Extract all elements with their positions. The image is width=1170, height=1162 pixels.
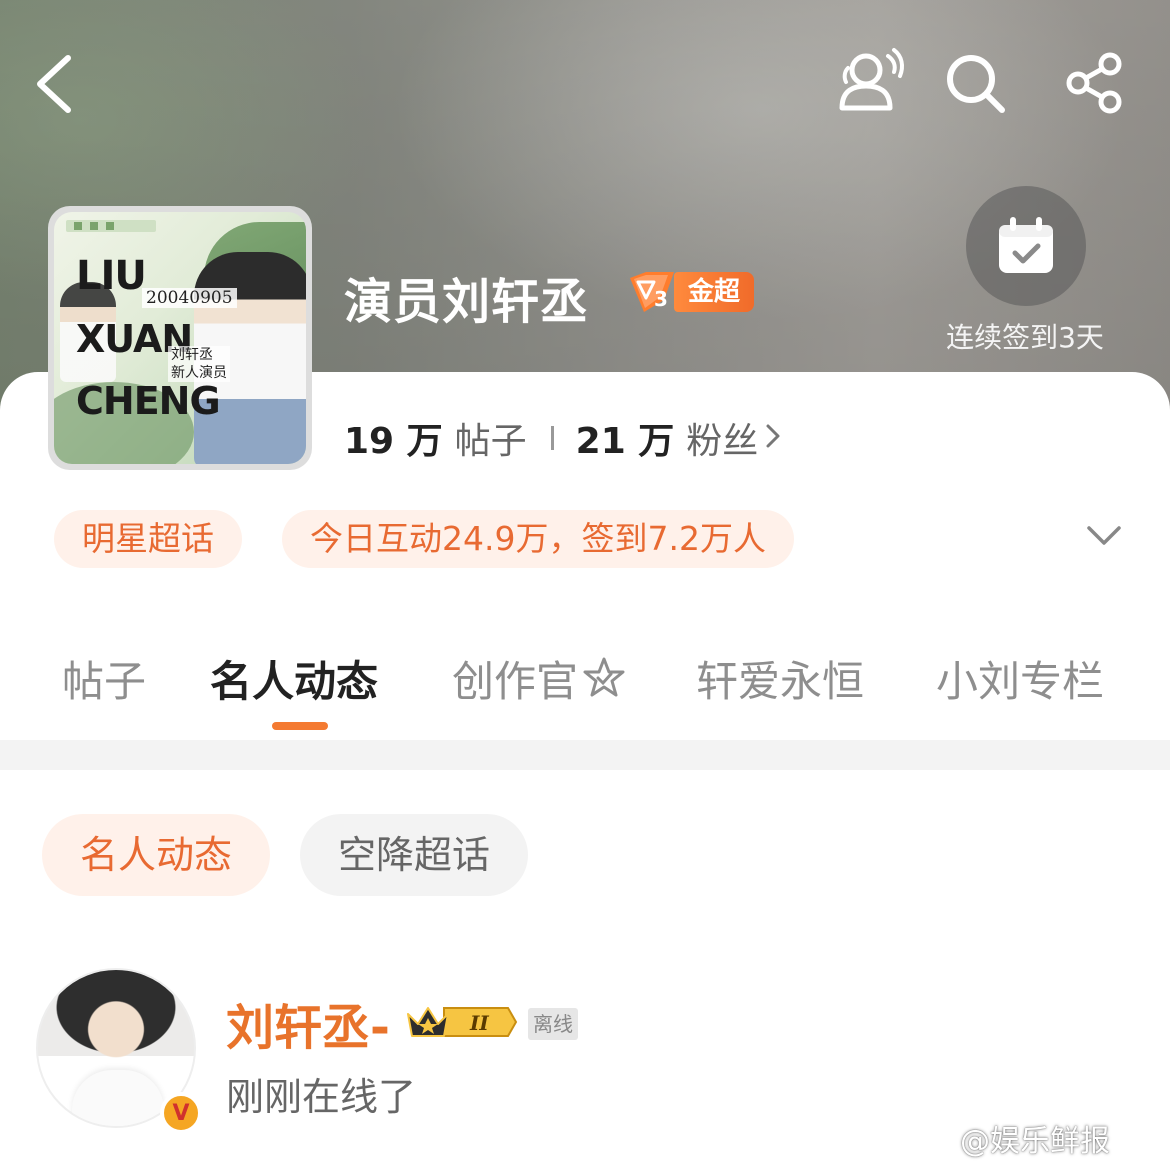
sparkle-badge-icon: [582, 656, 626, 710]
checkin-button[interactable]: [966, 186, 1086, 306]
status-text: 刚刚在线了: [226, 1075, 417, 1119]
section-divider: [0, 740, 1170, 770]
tab-bar: 帖子 名人动态 创作官 轩爱永恒 小刘专栏: [0, 648, 1170, 712]
watermark: @娱乐鲜报: [960, 1124, 1110, 1159]
category-chip[interactable]: 明星超话: [54, 510, 242, 568]
fans-count: 21 万: [575, 421, 675, 462]
tab-xuan-forever[interactable]: 轩爱永恒: [696, 648, 864, 709]
svg-text:II: II: [469, 1011, 489, 1035]
tab-creator[interactable]: 创作官: [452, 648, 626, 710]
posts-label: 帖子: [454, 421, 527, 462]
level-badge: 3 金超: [624, 270, 755, 314]
cover-date: 20040905: [142, 288, 237, 308]
crown-level-badge: II: [404, 1002, 518, 1046]
cover-decoration: [66, 220, 156, 232]
people-broadcast-icon[interactable]: [834, 46, 906, 114]
tab-posts[interactable]: 帖子: [62, 648, 146, 709]
chevron-right-icon: [764, 418, 782, 459]
fans-label: 粉丝: [686, 421, 759, 462]
crown-icon: II: [407, 1007, 518, 1037]
diamond-level-icon: 3: [624, 270, 680, 314]
posts-count: 19 万: [344, 421, 443, 462]
cover-subtitle: 刘轩丞 新人演员: [168, 346, 230, 382]
username[interactable]: 刘轩丞-: [226, 988, 390, 1058]
tab-xiaoliu-column[interactable]: 小刘专栏: [936, 648, 1104, 709]
subtab-celebrity-updates[interactable]: 名人动态: [42, 814, 271, 896]
back-arrow-icon[interactable]: [30, 52, 80, 116]
community-stats[interactable]: 19 万 帖子 21 万 粉丝: [344, 412, 782, 464]
verified-v-icon: V: [160, 1092, 202, 1134]
activity-chip[interactable]: 今日互动24.9万，签到7.2万人: [282, 510, 794, 568]
level-label: 金超: [674, 272, 755, 312]
community-cover[interactable]: LIU XUAN CHENG 20040905 刘轩丞 新人演员: [48, 206, 312, 470]
search-icon[interactable]: [944, 52, 1008, 116]
share-icon[interactable]: [1064, 52, 1126, 114]
subtab-airdrop[interactable]: 空降超话: [300, 814, 529, 896]
cover-text: LIU: [76, 253, 147, 299]
chevron-down-icon[interactable]: [1086, 524, 1122, 552]
svg-text:3: 3: [654, 287, 668, 311]
cover-text: CHENG: [76, 379, 221, 423]
community-title: 演员刘轩丞: [344, 274, 590, 330]
checkin-streak-text: 连续签到3天: [946, 321, 1104, 354]
calendar-check-icon: [999, 217, 1053, 273]
divider: [550, 426, 554, 450]
tab-creator-label: 创作官: [452, 657, 579, 706]
status-tag: 离线: [528, 1008, 578, 1040]
active-tab-indicator: [272, 722, 328, 730]
tab-celebrity-updates[interactable]: 名人动态: [210, 648, 378, 709]
